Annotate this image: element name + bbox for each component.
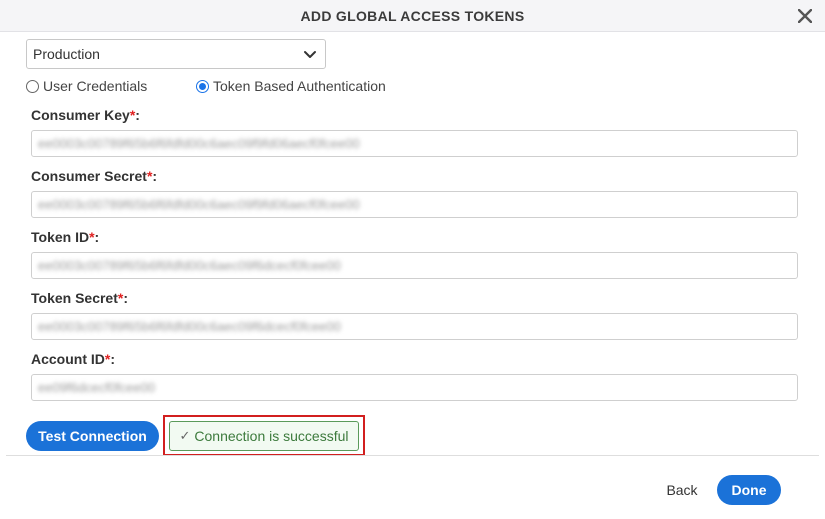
label-text: Account ID: [31, 351, 105, 367]
radio-label: Token Based Authentication: [213, 78, 386, 94]
radio-indicator-checked[interactable]: [196, 79, 209, 93]
chevron-down-icon: [303, 48, 317, 62]
back-button[interactable]: Back: [658, 476, 706, 504]
token-secret-input[interactable]: ee0003c00789f65b6f6fdfd00c6aec09f6dcecf0…: [31, 313, 798, 340]
dialog-header: ADD GLOBAL ACCESS TOKENS: [0, 0, 825, 32]
account-id-value: ee09f6dcecf0fcee00: [38, 380, 156, 395]
consumer-secret-input[interactable]: ee0003c00789f65b6f6fdfd00c6aec09f9fd06ae…: [31, 191, 798, 218]
consumer-key-value: ee0003c00789f65b6f6fdfd00c6aec09f9fd06ae…: [38, 136, 360, 151]
consumer-key-input[interactable]: ee0003c00789f65b6f6fdfd00c6aec09f9fd06ae…: [31, 130, 798, 157]
label-suffix: :: [94, 229, 100, 245]
footer-divider: [6, 455, 819, 456]
label-suffix: :: [123, 290, 129, 306]
label-suffix: :: [152, 168, 158, 184]
account-id-input[interactable]: ee09f6dcecf0fcee00: [31, 374, 798, 401]
done-button[interactable]: Done: [717, 475, 781, 505]
auth-type-radio-group: User Credentials Token Based Authenticat…: [26, 78, 426, 96]
environment-select[interactable]: Production: [26, 39, 326, 69]
close-icon[interactable]: [795, 6, 815, 26]
consumer-secret-label: Consumer Secret*:: [31, 168, 157, 184]
label-text: Consumer Secret: [31, 168, 147, 184]
consumer-key-label: Consumer Key*:: [31, 107, 140, 123]
token-id-label: Token ID*:: [31, 229, 99, 245]
token-secret-label: Token Secret*:: [31, 290, 128, 306]
label-suffix: :: [135, 107, 140, 123]
label-text: Consumer Key: [31, 107, 130, 123]
consumer-secret-value: ee0003c00789f65b6f6fdfd00c6aec09f9fd06ae…: [38, 197, 360, 212]
token-id-input[interactable]: ee0003c00789f65b6f6fdfd00c6aec09f6dcecf0…: [31, 252, 798, 279]
dialog-title: ADD GLOBAL ACCESS TOKENS: [300, 7, 525, 24]
account-id-label: Account ID*:: [31, 351, 115, 367]
label-suffix: :: [110, 351, 116, 367]
connection-status-text: Connection is successful: [194, 428, 349, 444]
connection-status-badge: ✓ Connection is successful: [169, 421, 359, 451]
token-id-value: ee0003c00789f65b6f6fdfd00c6aec09f6dcecf0…: [38, 258, 341, 273]
radio-indicator[interactable]: [26, 79, 39, 93]
environment-select-value: Production: [33, 46, 100, 62]
test-connection-button[interactable]: Test Connection: [26, 421, 159, 451]
check-icon: ✓: [179, 428, 191, 443]
radio-user-credentials[interactable]: User Credentials: [26, 78, 147, 94]
label-text: Token ID: [31, 229, 90, 245]
label-text: Token Secret: [31, 290, 118, 306]
radio-token-based-authentication[interactable]: Token Based Authentication: [196, 78, 386, 94]
radio-label: User Credentials: [43, 78, 148, 94]
token-secret-value: ee0003c00789f65b6f6fdfd00c6aec09f6dcecf0…: [38, 319, 341, 334]
